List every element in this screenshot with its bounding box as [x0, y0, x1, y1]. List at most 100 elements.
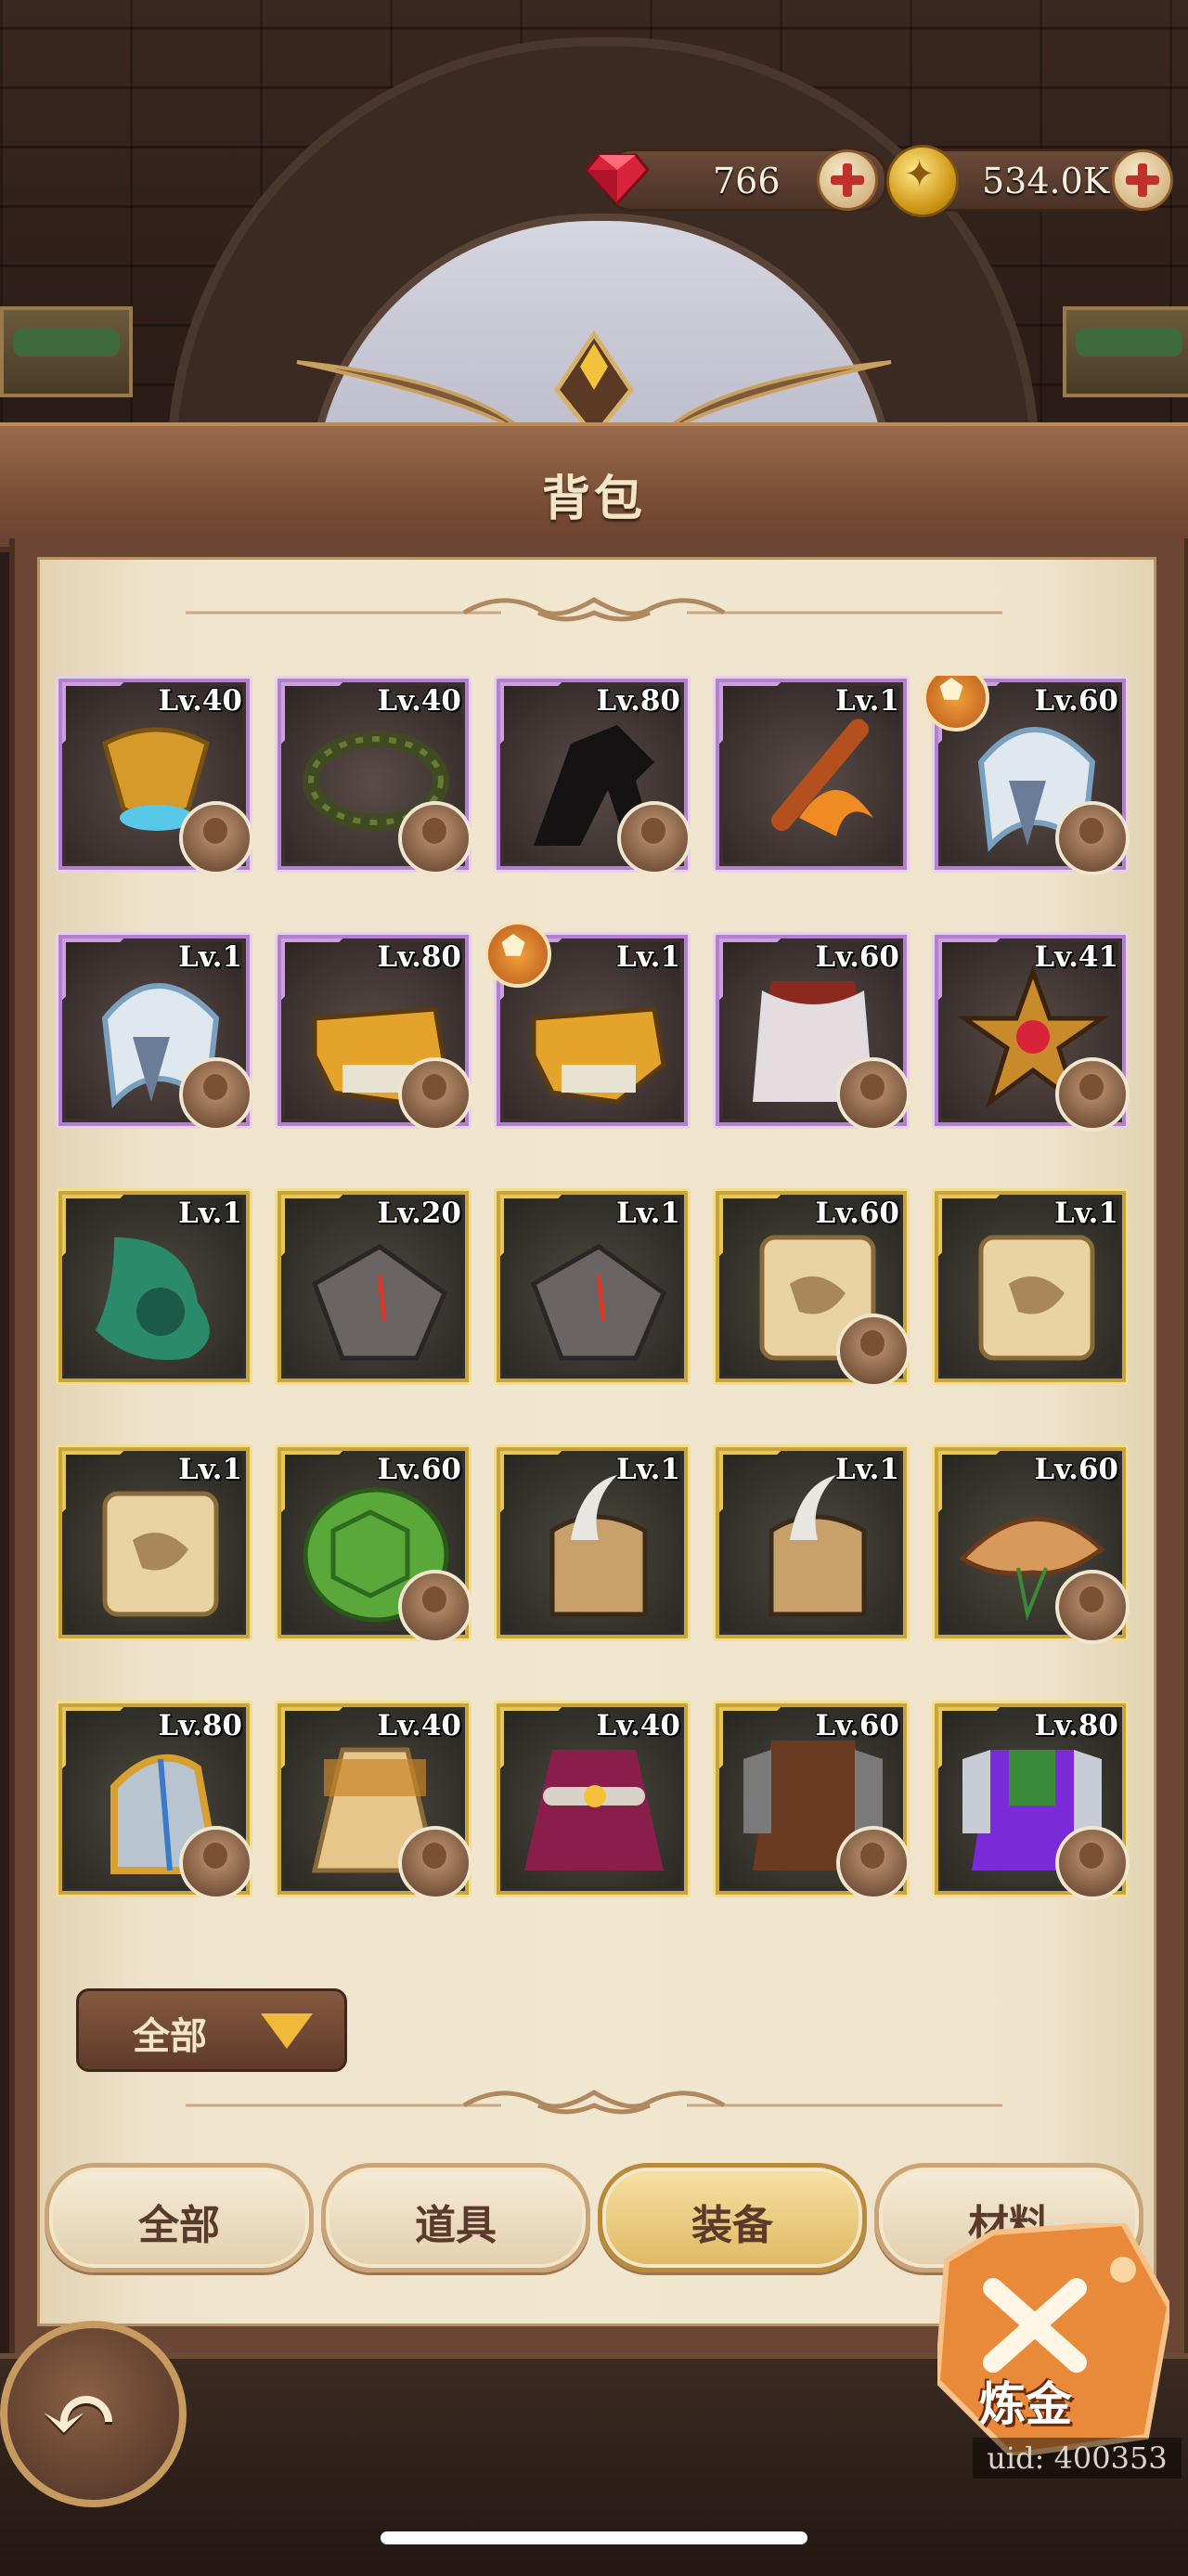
inventory-item[interactable]: Lv.80 — [275, 932, 472, 1132]
item-level: Lv.60 — [1034, 684, 1118, 718]
tab-label: 道具 — [415, 2202, 497, 2249]
inventory-item[interactable]: Lv.40 — [275, 676, 472, 875]
equipped-hero-avatar — [398, 1570, 472, 1644]
green-cloak-icon — [96, 1237, 210, 1360]
equipped-hero-avatar — [179, 801, 253, 875]
inventory-item[interactable]: Lv.41 — [932, 932, 1130, 1132]
add-gold-button[interactable] — [1112, 149, 1173, 211]
inventory-item[interactable]: Lv.1 — [56, 1188, 252, 1385]
flame-flute-icon — [771, 718, 873, 836]
stone-gauntlet-icon — [311, 1244, 448, 1361]
tab-all[interactable]: 全部 — [45, 2163, 314, 2272]
item-level: Lv.1 — [615, 940, 680, 974]
left-pillar — [0, 306, 133, 397]
item-level: Lv.1 — [177, 940, 242, 974]
inventory-item[interactable]: Lv.1 — [932, 1188, 1129, 1385]
user-id-label: uid: 400353 — [973, 2438, 1182, 2479]
inventory-grid: Lv.40 Lv.40 Lv.80 Lv.1 Lv.60 Lv.1 Lv.80 Lv.1 Lv.… — [56, 676, 1132, 1957]
equipped-hero-avatar — [1055, 801, 1130, 875]
inventory-item[interactable]: Lv.60 — [713, 1188, 910, 1388]
item-level: Lv.1 — [834, 684, 899, 718]
gold-amount: 534.0K — [982, 161, 1110, 201]
upgrade-badge-icon — [484, 921, 551, 988]
bottom-divider-ornament — [186, 2090, 1002, 2115]
back-button[interactable]: ↶ — [0, 2321, 187, 2507]
item-level: Lv.40 — [158, 684, 242, 718]
equipped-hero-avatar — [836, 1826, 910, 1900]
map-scroll-icon — [978, 1235, 1095, 1361]
filter-dropdown-label: 全部 — [133, 2014, 207, 2058]
equipped-hero-avatar — [1055, 1570, 1130, 1644]
item-level: Lv.80 — [377, 940, 461, 974]
map-scroll-icon — [102, 1491, 219, 1617]
equipped-hero-avatar — [1055, 1826, 1130, 1900]
inventory-item[interactable]: Lv.1 — [56, 932, 253, 1132]
inventory-item[interactable]: Lv.60 — [275, 1444, 472, 1644]
alchemy-label: 炼金 — [979, 2376, 1072, 2431]
add-gems-button[interactable] — [817, 149, 878, 211]
item-level: Lv.1 — [177, 1453, 242, 1486]
home-indicator[interactable] — [381, 2531, 807, 2544]
item-level: Lv.60 — [815, 1709, 899, 1742]
inventory-item[interactable]: Lv.80 — [494, 676, 691, 875]
top-divider-ornament — [186, 597, 1002, 622]
item-level: Lv.80 — [158, 1709, 242, 1742]
item-level: Lv.60 — [1034, 1453, 1118, 1486]
inventory-item[interactable]: Lv.1 — [713, 676, 910, 873]
crimson-cape-icon — [524, 1750, 664, 1871]
page-title: 背包 — [541, 471, 646, 527]
item-level: Lv.1 — [177, 1197, 242, 1230]
inventory-item[interactable]: Lv.1 — [56, 1444, 252, 1641]
inventory-item[interactable]: Lv.1 — [713, 1444, 910, 1641]
inventory-item[interactable]: Lv.20 — [275, 1188, 471, 1385]
horn-helmet-icon — [549, 1475, 648, 1617]
filter-dropdown[interactable]: 全部 — [76, 1988, 347, 2072]
back-arrow-icon: ↶ — [41, 2360, 119, 2468]
item-level: Lv.20 — [377, 1197, 461, 1230]
right-pillar — [1063, 306, 1188, 397]
inventory-item[interactable]: Lv.60 — [713, 932, 910, 1132]
item-level: Lv.1 — [834, 1453, 899, 1486]
equipped-hero-avatar — [398, 1057, 472, 1132]
item-level: Lv.41 — [1034, 940, 1118, 974]
inventory-item[interactable]: Lv.60 — [713, 1701, 910, 1900]
equipped-hero-avatar — [836, 1057, 910, 1132]
tab-equipment[interactable]: 装备 — [598, 2163, 867, 2272]
item-level: Lv.60 — [377, 1453, 461, 1486]
tab-label: 全部 — [138, 2202, 220, 2249]
item-level: Lv.60 — [815, 1197, 899, 1230]
tab-label: 装备 — [691, 2202, 773, 2249]
skull-mask-icon — [531, 1006, 666, 1105]
dropdown-arrow-icon — [261, 2013, 313, 2049]
item-level: Lv.1 — [615, 1453, 680, 1486]
inventory-item[interactable]: Lv.40 — [494, 1701, 691, 1897]
item-level: Lv.80 — [596, 684, 680, 718]
inventory-item[interactable]: Lv.40 — [275, 1701, 472, 1900]
inventory-item[interactable]: Lv.1 — [494, 1188, 691, 1385]
inventory-item[interactable]: Lv.80 — [932, 1701, 1130, 1900]
equipped-hero-avatar — [179, 1826, 253, 1900]
item-level: Lv.80 — [1034, 1709, 1118, 1742]
gem-amount: 766 — [713, 161, 781, 201]
item-level: Lv.1 — [1053, 1197, 1118, 1230]
item-level: Lv.60 — [815, 940, 899, 974]
item-level: Lv.40 — [596, 1709, 680, 1742]
horn-helmet-icon — [768, 1475, 867, 1617]
stone-gauntlet-icon — [530, 1244, 667, 1361]
inventory-item[interactable]: Lv.1 — [494, 1444, 691, 1641]
equipped-hero-avatar — [617, 801, 691, 875]
equipped-hero-avatar — [398, 801, 472, 875]
equipped-hero-avatar — [836, 1314, 910, 1388]
inventory-item[interactable]: Lv.60 — [932, 1444, 1130, 1644]
item-level: Lv.1 — [615, 1197, 680, 1230]
equipped-hero-avatar — [398, 1826, 472, 1900]
inventory-item[interactable]: Lv.40 — [56, 676, 253, 875]
item-level: Lv.40 — [377, 684, 461, 718]
tab-items[interactable]: 道具 — [321, 2163, 590, 2272]
equipped-hero-avatar — [1055, 1057, 1130, 1132]
inventory-item[interactable]: Lv.80 — [56, 1701, 253, 1900]
equipped-hero-avatar — [179, 1057, 253, 1132]
ruby-gem-icon — [585, 153, 650, 206]
item-level: Lv.40 — [377, 1709, 461, 1742]
gold-coin-icon — [886, 145, 959, 217]
